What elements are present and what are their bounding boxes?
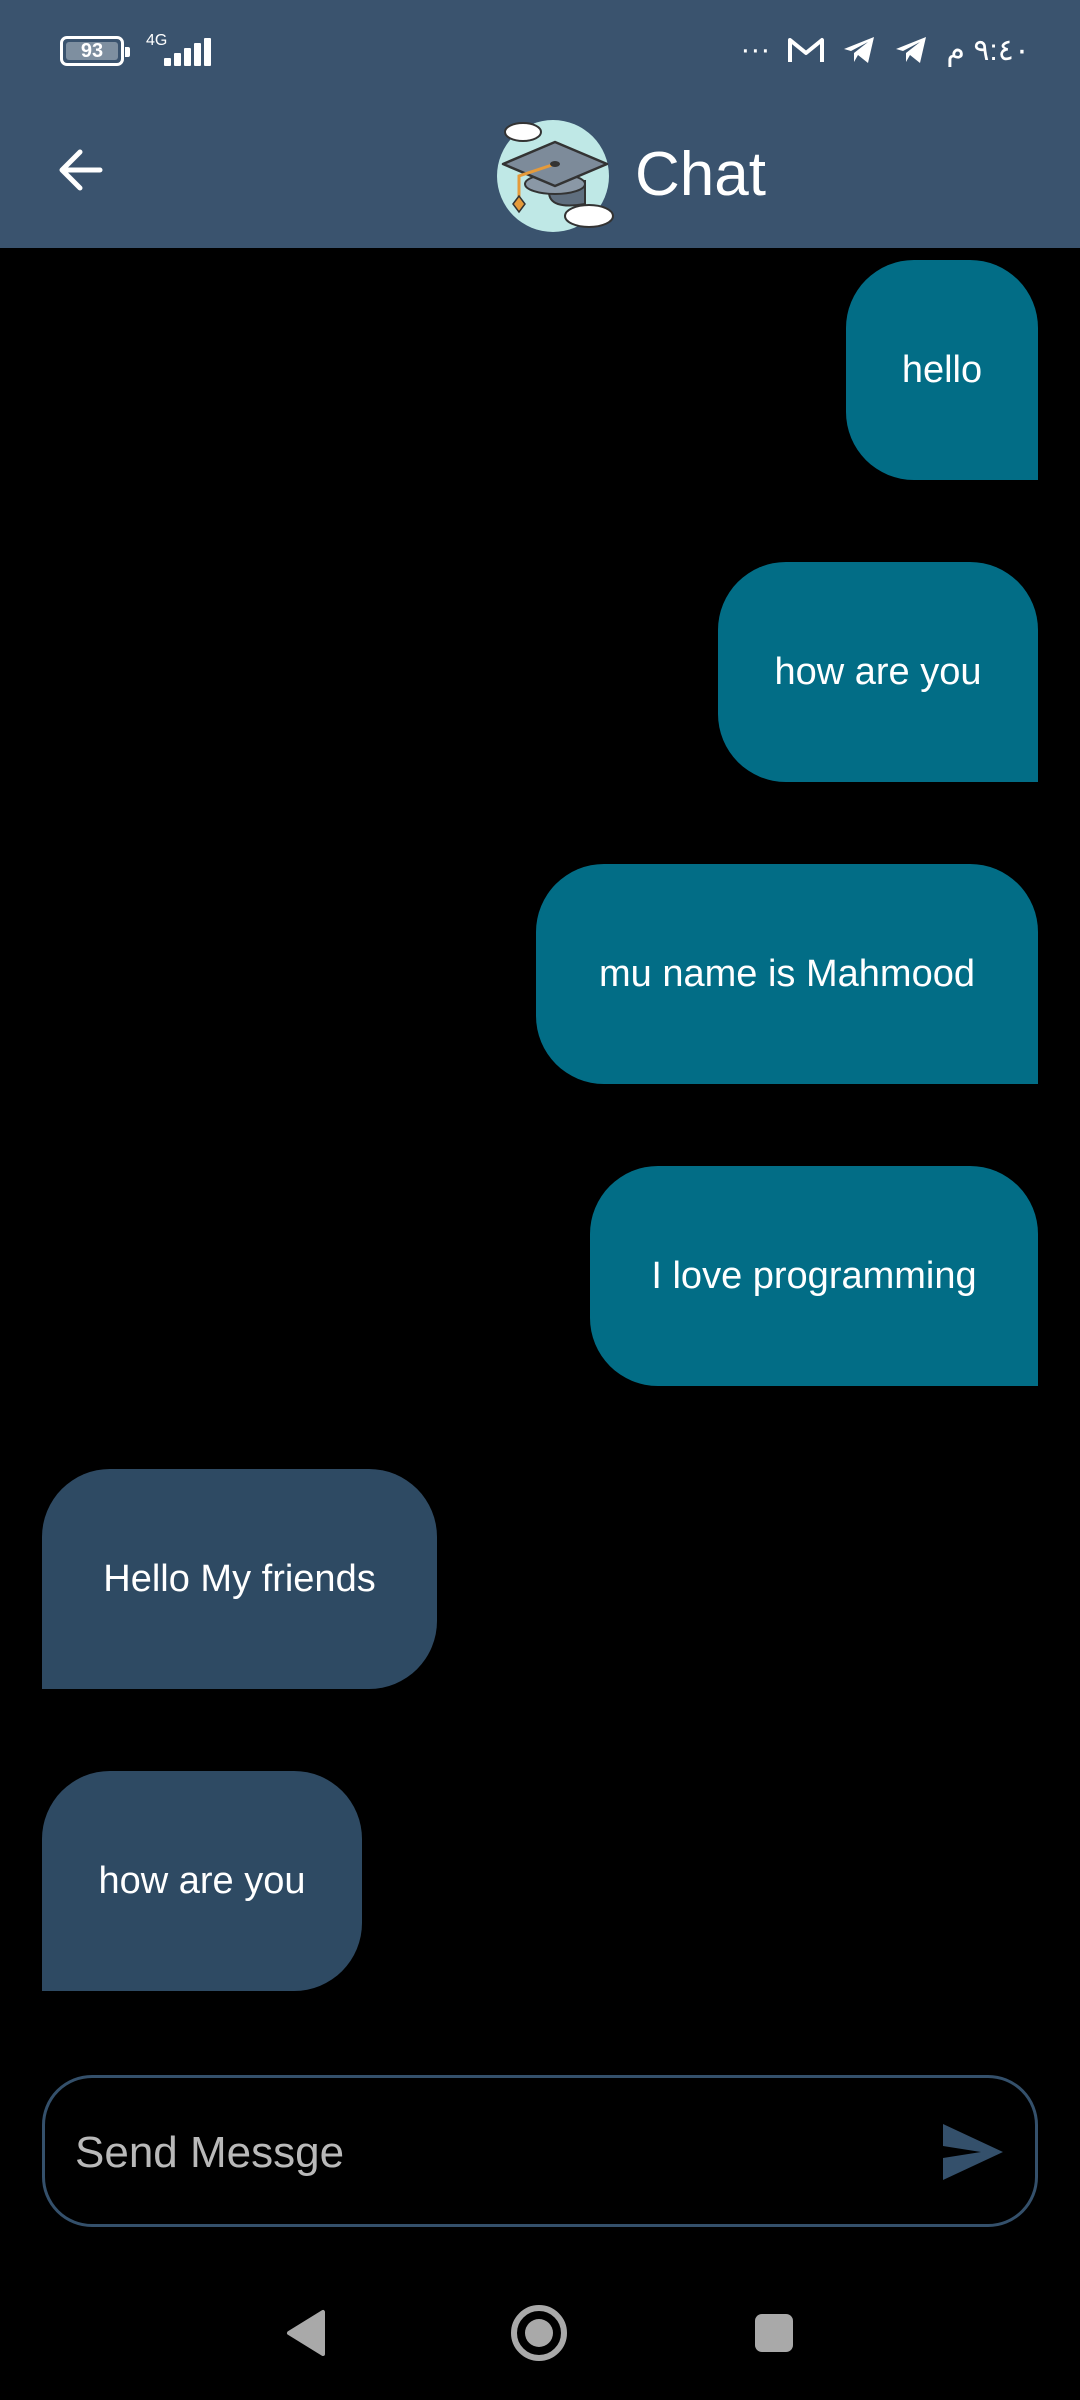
message-bubble-sent[interactable]: I love programming	[590, 1166, 1038, 1386]
gmail-icon	[788, 36, 825, 64]
signal-icon	[162, 36, 212, 66]
back-button[interactable]	[40, 130, 120, 210]
circle-home-icon	[511, 2305, 567, 2361]
clock: ٩:٤٠ م	[946, 33, 1030, 67]
message-bubble-received[interactable]: how are you	[42, 1771, 362, 1991]
app-bar: Chat	[0, 100, 1080, 248]
message-input[interactable]	[75, 2108, 925, 2198]
message-bubble-sent[interactable]: hello	[846, 260, 1038, 480]
status-bar: 93 4G ··· ٩:٤٠ م	[0, 0, 1080, 100]
message-composer	[42, 2075, 1038, 2227]
overflow-dots: ···	[740, 33, 771, 66]
battery-icon: 93	[60, 36, 130, 66]
arrow-left-icon	[59, 149, 103, 191]
message-text: I love programming	[651, 1254, 977, 1297]
telegram-icon	[894, 35, 928, 65]
send-button[interactable]	[941, 2122, 1005, 2182]
graduation-cap-logo-icon	[497, 120, 614, 232]
chat-screen: 93 4G ··· ٩:٤٠ م Chat hello how are you …	[0, 0, 1080, 2400]
system-nav-bar	[0, 2270, 1080, 2400]
message-bubble-sent[interactable]: mu name is Mahmood	[536, 864, 1038, 1084]
message-bubble-sent[interactable]: how are you	[718, 562, 1038, 782]
nav-back-button[interactable]	[270, 2298, 340, 2368]
message-bubble-received[interactable]: Hello My friends	[42, 1469, 437, 1689]
message-text: how are you	[774, 650, 982, 693]
message-text: hello	[901, 348, 983, 391]
square-recents-icon	[755, 2314, 793, 2352]
message-text: mu name is Mahmood	[599, 952, 975, 995]
page-title: Chat	[635, 139, 766, 209]
message-text: Hello My friends	[103, 1557, 376, 1600]
message-text: how are you	[98, 1859, 306, 1902]
telegram-icon	[842, 35, 876, 65]
status-right: ··· ٩:٤٠ م	[740, 30, 1030, 70]
send-icon	[943, 2124, 1003, 2180]
triangle-back-icon	[287, 2310, 325, 2356]
nav-home-button[interactable]	[504, 2298, 574, 2368]
title-group: Chat	[485, 108, 766, 240]
nav-recents-button[interactable]	[739, 2298, 809, 2368]
battery-level: 93	[80, 39, 104, 62]
